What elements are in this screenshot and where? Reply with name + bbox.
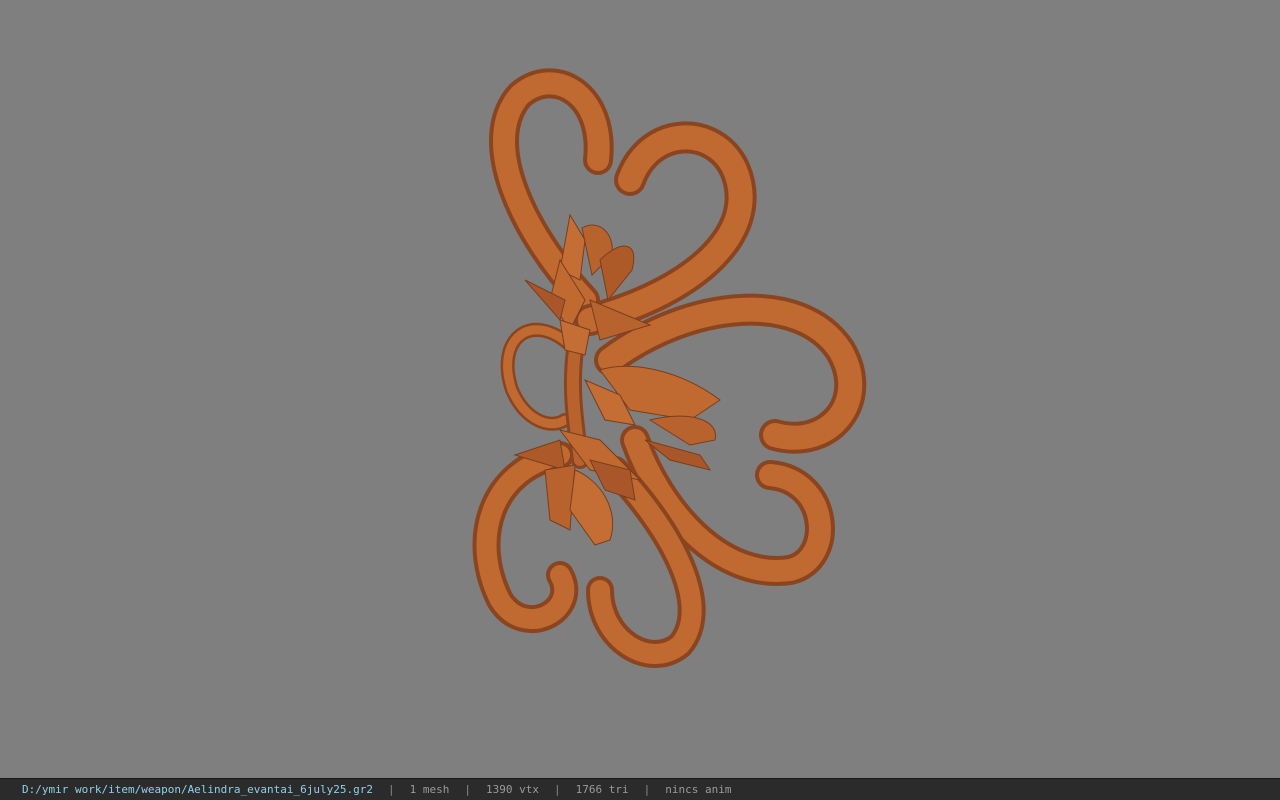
separator: | (553, 783, 561, 796)
vertex-count: 1390 vtx (486, 783, 539, 796)
separator: | (464, 783, 471, 796)
triangle-count: 1766 tri (575, 783, 629, 796)
separator: | (643, 783, 651, 796)
animation-status: nincs anim (665, 783, 732, 796)
file-path: D:/ymir work/item/weapon/Aelindra_evanta… (22, 783, 373, 796)
status-bar: D:/ymir work/item/weapon/Aelindra_evanta… (0, 778, 1280, 800)
separator: | (388, 783, 395, 796)
3d-viewport[interactable] (0, 0, 1280, 778)
mesh-count: 1 mesh (409, 783, 450, 796)
model-render (472, 68, 867, 668)
